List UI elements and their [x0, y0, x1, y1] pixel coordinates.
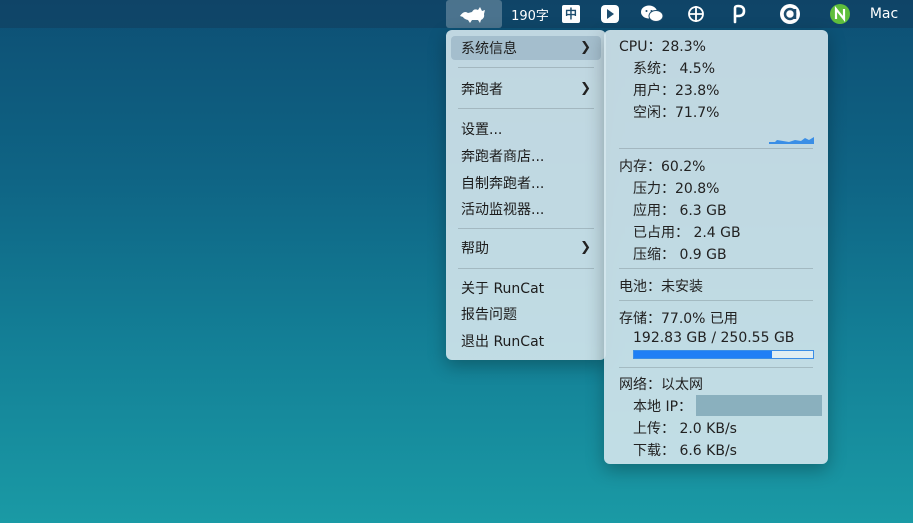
menu-item-quit[interactable]: 退出 RunCat — [451, 329, 601, 353]
menu-item-activity-monitor[interactable]: 活动监视器... — [451, 197, 601, 221]
cpu-idle: 空闲：71.7% — [633, 105, 720, 121]
memory-usage: 内存：60.2% — [619, 159, 706, 175]
panel-separator — [619, 268, 813, 269]
cpu-history-graph — [769, 137, 814, 144]
local-ip-redacted — [696, 395, 822, 416]
chevron-right-icon: ❯ — [580, 81, 591, 96]
menu-item-settings[interactable]: 设置... — [451, 117, 601, 141]
app-menu-label[interactable]: Mac — [862, 0, 906, 28]
network-upload: 上传： 2.0 KB/s — [633, 421, 737, 437]
runcat-menu: 系统信息 ❯ 奔跑者 ❯ 设置... 奔跑者商店... 自制奔跑者... 活动监… — [446, 30, 606, 360]
menu-bar: 190字 中 Mac — [0, 0, 913, 28]
menu-item-label: 退出 RunCat — [461, 334, 545, 350]
network-download: 下载： 6.6 KB/s — [633, 443, 737, 459]
input-method-label: 中 — [562, 5, 580, 23]
network-type: 网络：以太网 — [619, 377, 703, 393]
cpu-user: 用户：23.8% — [633, 83, 720, 99]
p-icon[interactable] — [726, 0, 750, 28]
menu-item-help[interactable]: 帮助 ❯ — [451, 236, 601, 260]
menu-item-label: 关于 RunCat — [461, 281, 545, 297]
n-circle-icon[interactable] — [828, 0, 852, 28]
storage-progress-fill — [634, 351, 772, 358]
menu-item-label: 奔跑者商店... — [461, 149, 545, 165]
memory-app: 应用： 6.3 GB — [633, 203, 727, 219]
cpu-usage: CPU：28.3% — [619, 39, 706, 55]
battery-status: 电池：未安装 — [619, 279, 703, 295]
local-ip-label: 本地 IP： — [633, 399, 693, 415]
memory-wired: 已占用： 2.4 GB — [633, 225, 741, 241]
menu-separator — [458, 108, 594, 109]
cpu-system: 系统： 4.5% — [633, 61, 716, 77]
menu-item-system-info[interactable]: 系统信息 ❯ — [451, 36, 601, 60]
menu-item-report-issue[interactable]: 报告问题 — [451, 302, 601, 326]
menu-item-runner-store[interactable]: 奔跑者商店... — [451, 144, 601, 168]
menu-separator — [458, 67, 594, 68]
a-circle-icon[interactable] — [778, 0, 802, 28]
word-count[interactable]: 190字 — [508, 0, 552, 28]
chevron-right-icon: ❯ — [580, 240, 591, 255]
system-info-panel: CPU：28.3% 系统： 4.5% 用户：23.8% 空闲：71.7% 内存：… — [604, 30, 828, 464]
menu-item-custom-runner[interactable]: 自制奔跑者... — [451, 171, 601, 195]
input-method-indicator[interactable]: 中 — [560, 0, 582, 28]
menu-item-about[interactable]: 关于 RunCat — [451, 276, 601, 300]
menu-separator — [458, 268, 594, 269]
panel-separator — [619, 300, 813, 301]
runcat-status-item[interactable] — [446, 0, 502, 28]
memory-compressed: 压缩： 0.9 GB — [633, 247, 727, 263]
menu-item-runners[interactable]: 奔跑者 ❯ — [451, 77, 601, 101]
menu-item-label: 自制奔跑者... — [461, 176, 545, 192]
arrow-app-icon[interactable] — [598, 0, 622, 28]
panel-separator — [619, 148, 813, 149]
menu-item-label: 设置... — [461, 122, 503, 138]
menu-item-label: 奔跑者 — [461, 82, 503, 98]
panel-separator — [619, 367, 813, 368]
menu-item-label: 系统信息 — [461, 41, 517, 57]
storage-progress-bar — [633, 350, 814, 359]
menu-item-label: 报告问题 — [461, 307, 517, 323]
storage-usage: 存储：77.0% 已用 — [619, 311, 738, 327]
menu-item-label: 活动监视器... — [461, 202, 545, 218]
tracking-icon[interactable] — [684, 0, 708, 28]
wechat-icon[interactable] — [640, 0, 664, 28]
cat-icon — [460, 7, 485, 23]
memory-pressure: 压力：20.8% — [633, 181, 720, 197]
menu-item-label: 帮助 — [461, 241, 489, 257]
storage-detail: 192.83 GB / 250.55 GB — [633, 330, 795, 346]
menu-separator — [458, 228, 594, 229]
chevron-right-icon: ❯ — [580, 40, 591, 55]
